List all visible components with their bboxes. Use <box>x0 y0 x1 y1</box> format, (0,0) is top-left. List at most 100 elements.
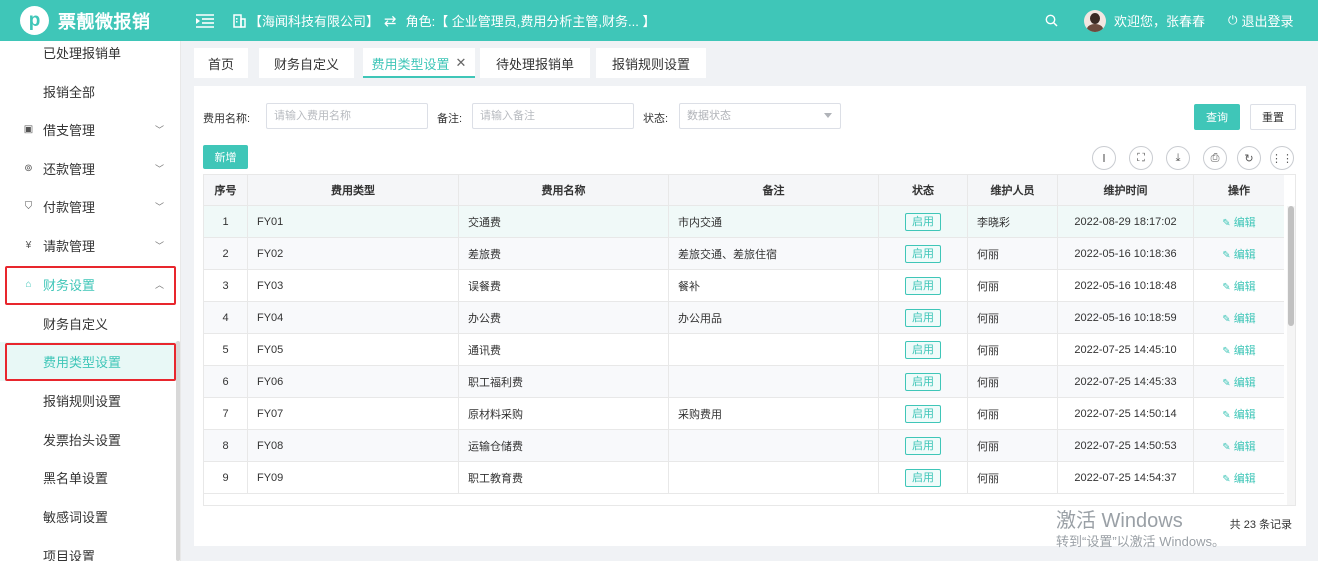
status-badge: 启用 <box>905 308 941 327</box>
expense-type-code: FY01 <box>257 215 284 228</box>
remark-label: 备注: <box>437 113 463 125</box>
edit-button[interactable]: ✎ 编辑 <box>1222 214 1255 230</box>
query-button[interactable]: 查询 <box>1194 104 1240 130</box>
table-row[interactable]: 8 FY08 运输仓储费 启用 何丽 2022-07-25 14:50:53 ✎ 编辑 <box>204 430 1284 462</box>
edit-button[interactable]: ✎ 编辑 <box>1222 406 1255 422</box>
role-selector[interactable]: ⇄ 角色:【 企业管理员,费用分析主管,财务... 】 <box>384 0 655 41</box>
tab-home[interactable]: 首页 <box>194 48 248 78</box>
tab-label: 财务自定义 <box>273 56 339 72</box>
search-icon[interactable] <box>1045 0 1058 41</box>
edit-label: 编辑 <box>1233 472 1256 485</box>
edit-button[interactable]: ✎ 编辑 <box>1222 438 1255 454</box>
reset-button[interactable]: 重置 <box>1250 104 1296 130</box>
columns-icon[interactable]: ⋮⋮ <box>1270 146 1294 170</box>
row-number: 7 <box>222 407 229 420</box>
sidebar-item-label: 已处理报销单 <box>43 46 122 61</box>
maintain-time-cell: 2022-08-29 18:17:02 <box>1058 206 1194 237</box>
app-logo[interactable]: p 票靓微报销 <box>20 6 151 35</box>
sidebar-item-invoice-title-settings[interactable]: 发票抬头设置 <box>0 420 180 459</box>
close-icon[interactable]: ✕ <box>456 55 467 71</box>
status-badge: 启用 <box>905 212 941 231</box>
user-menu[interactable]: 欢迎您，张春春 <box>1084 0 1205 41</box>
sidebar-item-all-claims[interactable]: 报销全部 <box>0 72 180 111</box>
maintain-time: 2022-08-29 18:17:02 <box>1074 215 1177 228</box>
expense-type-code-cell: FY08 <box>248 430 459 461</box>
action-cell: ✎ 编辑 <box>1194 462 1284 493</box>
maintain-time-cell: 2022-07-25 14:45:10 <box>1058 334 1194 365</box>
logout-button[interactable]: ⏻ 退出登录 <box>1228 0 1294 41</box>
row-number: 3 <box>222 279 229 292</box>
menu-toggle-icon[interactable] <box>196 0 214 41</box>
status-cell: 启用 <box>879 302 968 333</box>
table-row[interactable]: 4 FY04 办公费 办公用品 启用 何丽 2022-05-16 10:18:59 ✎ 编辑 <box>204 302 1284 334</box>
column-header: 维护人员 <box>968 175 1058 205</box>
tab-claim-rule-settings[interactable]: 报销规则设置 <box>596 48 706 78</box>
expense-name: 通讯费 <box>468 344 501 357</box>
status-select[interactable]: 数据状态 <box>679 103 841 129</box>
main-panel: 费用名称: 备注: 状态: 数据状态 查询 重置 新增 Ⅰ ⛶ ⤓ ⎙ ↻ ⋮⋮… <box>194 86 1306 546</box>
maintainer-cell: 何丽 <box>968 302 1058 333</box>
sidebar-item-repayment-management[interactable]: ⊚ 还款管理 ﹀ <box>0 149 180 188</box>
scrollbar-thumb[interactable] <box>1288 206 1294 326</box>
edit-button[interactable]: ✎ 编辑 <box>1222 374 1255 390</box>
print-icon[interactable]: ⎙ <box>1203 146 1227 170</box>
expense-name-input[interactable] <box>266 103 428 129</box>
table-row[interactable]: 6 FY06 职工福利费 启用 何丽 2022-07-25 14:45:33 ✎ 编辑 <box>204 366 1284 398</box>
remark-cell: 采购费用 <box>669 398 879 429</box>
sidebar-item-payment-management[interactable]: ⛉ 付款管理 ﹀ <box>0 187 180 226</box>
sidebar-item-label: 借支管理 <box>43 123 96 138</box>
logo-icon: p <box>20 6 49 35</box>
maintainer: 何丽 <box>977 344 999 357</box>
sidebar-item-processed-claims[interactable]: 已处理报销单 <box>0 41 180 72</box>
edit-button[interactable]: ✎ 编辑 <box>1222 310 1255 326</box>
remark-input[interactable] <box>472 103 634 129</box>
sidebar-item-label: 报销全部 <box>43 85 96 100</box>
welcome-text: 欢迎您，张春春 <box>1114 14 1206 29</box>
download-icon[interactable]: ⤓ <box>1166 146 1190 170</box>
add-button[interactable]: 新增 <box>203 145 248 169</box>
remark: 市内交通 <box>678 216 722 229</box>
sidebar-scrollbar[interactable] <box>176 341 180 561</box>
sidebar-item-claim-rule-settings[interactable]: 报销规则设置 <box>0 381 180 420</box>
sidebar-item-finance-custom[interactable]: 财务自定义 <box>0 304 180 343</box>
table-row[interactable]: 3 FY03 误餐费 餐补 启用 何丽 2022-05-16 10:18:48 ✎ 编辑 <box>204 270 1284 302</box>
edit-icon: ✎ <box>1222 409 1231 421</box>
table-row[interactable]: 5 FY05 通讯费 启用 何丽 2022-07-25 14:45:10 ✎ 编辑 <box>204 334 1284 366</box>
status-badge: 启用 <box>905 404 941 423</box>
document-icon: ▣ <box>23 124 34 135</box>
edit-button[interactable]: ✎ 编辑 <box>1222 342 1255 358</box>
refresh-icon[interactable]: ↻ <box>1237 146 1261 170</box>
table-row[interactable]: 1 FY01 交通费 市内交通 启用 李晓彩 2022-08-29 18:17:02 ✎ 编辑 <box>204 206 1284 238</box>
row-number-cell: 4 <box>204 302 248 333</box>
row-number-cell: 9 <box>204 462 248 493</box>
edit-button[interactable]: ✎ 编辑 <box>1222 470 1255 486</box>
edit-button[interactable]: ✎ 编辑 <box>1222 278 1255 294</box>
status-cell: 启用 <box>879 334 968 365</box>
sidebar-item-loan-management[interactable]: ▣ 借支管理 ﹀ <box>0 110 180 149</box>
remark-cell: 餐补 <box>669 270 879 301</box>
table-row[interactable]: 9 FY09 职工教育费 启用 何丽 2022-07-25 14:54:37 ✎ 编辑 <box>204 462 1284 494</box>
text-size-icon[interactable]: Ⅰ <box>1092 146 1116 170</box>
sidebar-item-label: 还款管理 <box>43 162 96 177</box>
company-selector[interactable]: 【海闻科技有限公司】 <box>232 0 379 41</box>
highlight-box-finance-settings <box>5 266 176 305</box>
fullscreen-icon[interactable]: ⛶ <box>1129 146 1153 170</box>
maintainer: 何丽 <box>977 280 999 293</box>
tab-pending-claims[interactable]: 待处理报销单 <box>480 48 590 78</box>
tab-expense-type-settings[interactable]: 费用类型设置 ✕ <box>363 48 475 78</box>
edit-button[interactable]: ✎ 编辑 <box>1222 246 1255 262</box>
table-row[interactable]: 7 FY07 原材料采购 采购费用 启用 何丽 2022-07-25 14:50:14 ✎ 编辑 <box>204 398 1284 430</box>
action-cell: ✎ 编辑 <box>1194 430 1284 461</box>
sidebar-item-sensitive-word-settings[interactable]: 敏感词设置 <box>0 497 180 536</box>
expense-type-code: FY06 <box>257 375 284 388</box>
company-name: 【海闻科技有限公司】 <box>249 14 380 29</box>
sidebar-item-blacklist-settings[interactable]: 黑名单设置 <box>0 458 180 497</box>
tab-finance-custom[interactable]: 财务自定义 <box>259 48 354 78</box>
row-number: 6 <box>222 375 229 388</box>
sidebar-item-project-settings[interactable]: 项目设置 <box>0 536 180 561</box>
table-row[interactable]: 2 FY02 差旅费 差旅交通、差旅住宿 启用 何丽 2022-05-16 10:18:36… <box>204 238 1284 270</box>
edit-label: 编辑 <box>1233 408 1256 421</box>
row-number: 1 <box>222 215 229 228</box>
sidebar-item-request-management[interactable]: ¥ 请款管理 ﹀ <box>0 226 180 265</box>
table-scrollbar[interactable] <box>1287 206 1295 505</box>
